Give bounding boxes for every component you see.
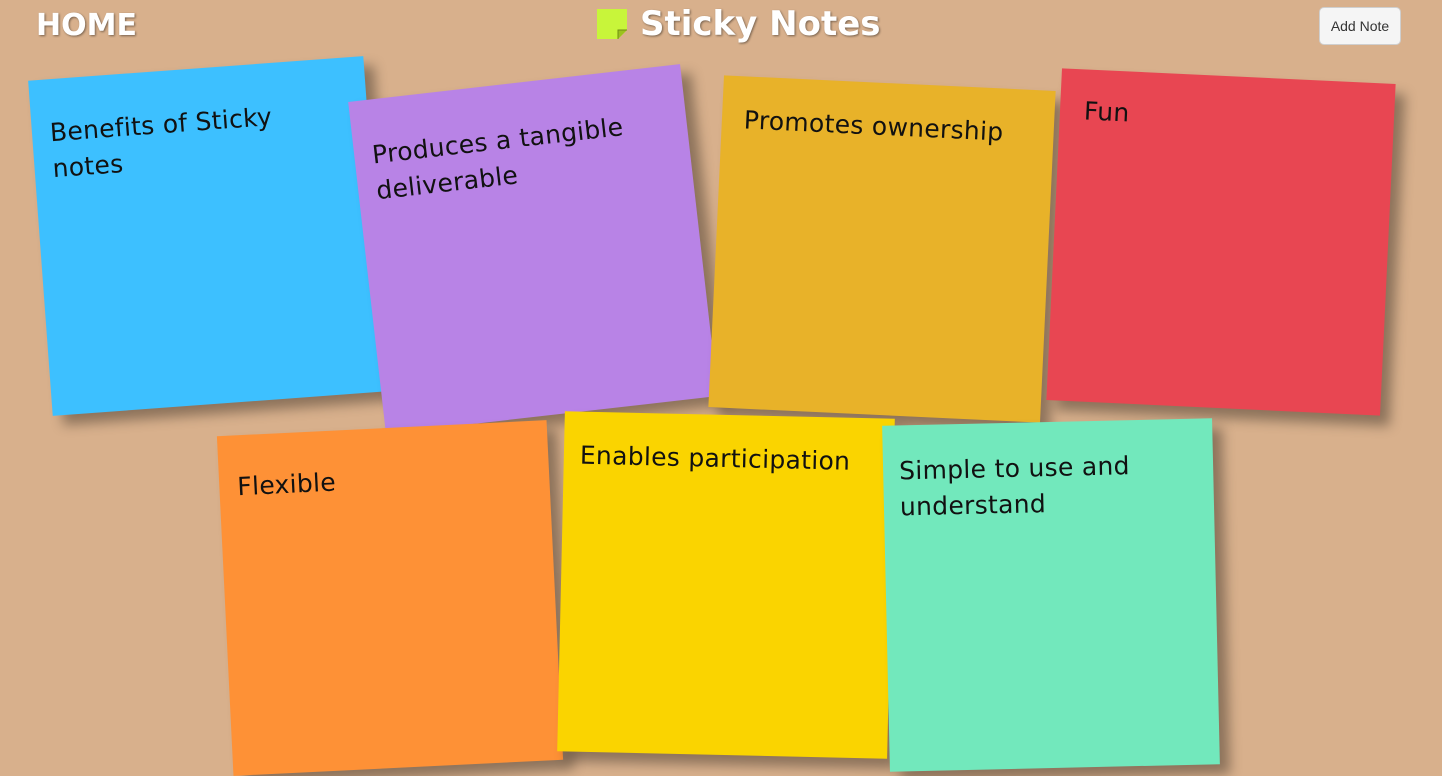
note-text[interactable]: Simple to use and understand: [899, 447, 1195, 526]
app-header: Sticky Notes: [596, 4, 881, 44]
sticky-note[interactable]: Fun: [1046, 68, 1396, 416]
note-text[interactable]: Promotes ownership: [743, 102, 1034, 152]
sticky-note-icon: [597, 9, 627, 39]
add-note-button[interactable]: Add Note: [1319, 7, 1401, 45]
sticky-note[interactable]: Benefits of Sticky notes: [28, 56, 388, 416]
sticky-note[interactable]: Produces a tangible deliverable: [348, 64, 718, 434]
sticky-note[interactable]: Simple to use and understand: [882, 418, 1220, 772]
sticky-note[interactable]: Flexible: [216, 420, 564, 776]
note-text[interactable]: Enables participation: [579, 438, 874, 481]
note-text[interactable]: Flexible: [237, 455, 530, 505]
page-title: Sticky Notes: [640, 4, 881, 44]
home-link[interactable]: HOME: [36, 8, 137, 43]
sticky-note[interactable]: Promotes ownership: [708, 75, 1056, 423]
note-text[interactable]: Fun: [1083, 93, 1374, 143]
note-text[interactable]: Produces a tangible deliverable: [370, 105, 662, 209]
note-text[interactable]: Benefits of Sticky notes: [49, 94, 342, 187]
sticky-note[interactable]: Enables participation: [557, 411, 895, 759]
